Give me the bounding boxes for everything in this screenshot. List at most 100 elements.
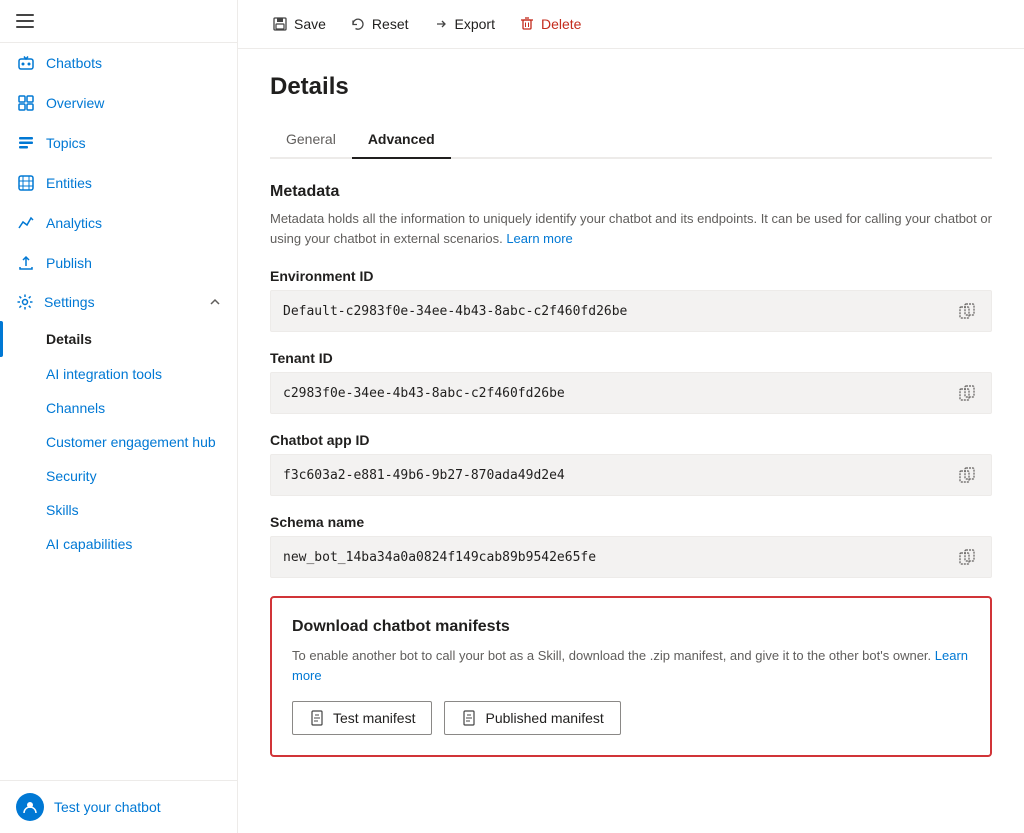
sidebar-sub-label-security: Security bbox=[46, 468, 97, 484]
tabs-bar: General Advanced bbox=[270, 121, 992, 159]
field-label-environment-id: Environment ID bbox=[270, 268, 992, 284]
save-button[interactable]: Save bbox=[262, 10, 336, 38]
field-text-schema-name: new_bot_14ba34a0a0824f149cab89b9542e65fe bbox=[283, 550, 955, 565]
sidebar-footer-test-chatbot[interactable]: Test your chatbot bbox=[0, 780, 237, 833]
field-label-schema-name: Schema name bbox=[270, 514, 992, 530]
published-manifest-label: Published manifest bbox=[485, 710, 603, 726]
copy-chatbot-app-id-button[interactable] bbox=[955, 463, 979, 487]
sidebar-item-overview[interactable]: Overview bbox=[0, 83, 237, 123]
toolbar: Save Reset Export bbox=[238, 0, 1024, 49]
metadata-desc: Metadata holds all the information to un… bbox=[270, 209, 992, 248]
sidebar-sub-item-customer-engagement-hub[interactable]: Customer engagement hub bbox=[0, 425, 237, 459]
field-environment-id: Environment ID Default-c2983f0e-34ee-4b4… bbox=[270, 268, 992, 332]
overview-icon bbox=[16, 93, 36, 113]
field-value-environment-id: Default-c2983f0e-34ee-4b43-8abc-c2f460fd… bbox=[270, 290, 992, 332]
sidebar: Chatbots Overview Topics bbox=[0, 0, 238, 833]
document-icon-2 bbox=[461, 710, 477, 726]
reset-icon bbox=[350, 16, 366, 32]
avatar bbox=[16, 793, 44, 821]
sidebar-label-topics: Topics bbox=[46, 135, 86, 151]
manifest-desc: To enable another bot to call your bot a… bbox=[292, 646, 970, 685]
export-label: Export bbox=[455, 16, 495, 32]
sidebar-sub-label-details: Details bbox=[46, 331, 92, 347]
metadata-section: Metadata Metadata holds all the informat… bbox=[270, 183, 992, 578]
sidebar-sub-item-skills[interactable]: Skills bbox=[0, 493, 237, 527]
sidebar-item-entities[interactable]: Entities bbox=[0, 163, 237, 203]
export-button[interactable]: Export bbox=[423, 10, 505, 38]
sidebar-sub-item-details[interactable]: Details bbox=[0, 321, 237, 357]
download-manifests-box: Download chatbot manifests To enable ano… bbox=[270, 596, 992, 757]
sidebar-label-chatbots: Chatbots bbox=[46, 55, 102, 71]
sidebar-sub-label-ai-integration: AI integration tools bbox=[46, 366, 162, 382]
sidebar-sub-label-customer-engagement-hub: Customer engagement hub bbox=[46, 434, 216, 450]
copy-icon bbox=[959, 467, 975, 483]
sidebar-label-analytics: Analytics bbox=[46, 215, 102, 231]
copy-environment-id-button[interactable] bbox=[955, 299, 979, 323]
field-label-chatbot-app-id: Chatbot app ID bbox=[270, 432, 992, 448]
field-value-schema-name: new_bot_14ba34a0a0824f149cab89b9542e65fe bbox=[270, 536, 992, 578]
sidebar-sub-item-ai-capabilities[interactable]: AI capabilities bbox=[0, 527, 237, 561]
field-label-tenant-id: Tenant ID bbox=[270, 350, 992, 366]
field-tenant-id: Tenant ID c2983f0e-34ee-4b43-8abc-c2f460… bbox=[270, 350, 992, 414]
entities-icon bbox=[16, 173, 36, 193]
manifest-title: Download chatbot manifests bbox=[292, 618, 970, 636]
topics-icon bbox=[16, 133, 36, 153]
sidebar-item-topics[interactable]: Topics bbox=[0, 123, 237, 163]
test-chatbot-label: Test your chatbot bbox=[54, 799, 161, 815]
sidebar-sub-label-channels: Channels bbox=[46, 400, 105, 416]
delete-icon bbox=[519, 16, 535, 32]
sidebar-sub-label-ai-capabilities: AI capabilities bbox=[46, 536, 132, 552]
tab-general[interactable]: General bbox=[270, 121, 352, 159]
field-text-chatbot-app-id: f3c603a2-e881-49b6-9b27-870ada49d2e4 bbox=[283, 468, 955, 483]
main-content: Save Reset Export bbox=[238, 0, 1024, 833]
sidebar-sub-item-channels[interactable]: Channels bbox=[0, 391, 237, 425]
sidebar-label-publish: Publish bbox=[46, 255, 92, 271]
chatbots-icon bbox=[16, 53, 36, 73]
delete-label: Delete bbox=[541, 16, 581, 32]
field-value-tenant-id: c2983f0e-34ee-4b43-8abc-c2f460fd26be bbox=[270, 372, 992, 414]
delete-button[interactable]: Delete bbox=[509, 10, 591, 38]
sidebar-label-entities: Entities bbox=[46, 175, 92, 191]
save-label: Save bbox=[294, 16, 326, 32]
sidebar-label-overview: Overview bbox=[46, 95, 104, 111]
metadata-learn-more-link[interactable]: Learn more bbox=[506, 231, 572, 246]
sidebar-item-settings[interactable]: Settings bbox=[0, 283, 237, 321]
test-manifest-button[interactable]: Test manifest bbox=[292, 701, 432, 735]
field-chatbot-app-id: Chatbot app ID f3c603a2-e881-49b6-9b27-8… bbox=[270, 432, 992, 496]
field-text-tenant-id: c2983f0e-34ee-4b43-8abc-c2f460fd26be bbox=[283, 386, 955, 401]
sidebar-sub-label-skills: Skills bbox=[46, 502, 79, 518]
reset-label: Reset bbox=[372, 16, 409, 32]
copy-icon bbox=[959, 549, 975, 565]
manifest-buttons-group: Test manifest Published manifest bbox=[292, 701, 970, 735]
test-manifest-label: Test manifest bbox=[333, 710, 415, 726]
tab-advanced[interactable]: Advanced bbox=[352, 121, 451, 159]
document-icon bbox=[309, 710, 325, 726]
copy-icon bbox=[959, 385, 975, 401]
content-area: Details General Advanced Metadata Metada… bbox=[238, 49, 1024, 833]
settings-icon bbox=[16, 293, 34, 311]
page-title: Details bbox=[270, 73, 992, 101]
copy-tenant-id-button[interactable] bbox=[955, 381, 979, 405]
field-schema-name: Schema name new_bot_14ba34a0a0824f149cab… bbox=[270, 514, 992, 578]
analytics-icon bbox=[16, 213, 36, 233]
published-manifest-button[interactable]: Published manifest bbox=[444, 701, 620, 735]
settings-sub-menu: Details AI integration tools Channels Cu… bbox=[0, 321, 237, 561]
publish-icon bbox=[16, 253, 36, 273]
metadata-title: Metadata bbox=[270, 183, 992, 201]
sidebar-sub-item-ai-integration[interactable]: AI integration tools bbox=[0, 357, 237, 391]
sidebar-item-publish[interactable]: Publish bbox=[0, 243, 237, 283]
field-value-chatbot-app-id: f3c603a2-e881-49b6-9b27-870ada49d2e4 bbox=[270, 454, 992, 496]
sidebar-label-settings: Settings bbox=[44, 294, 95, 310]
hamburger-icon[interactable] bbox=[16, 14, 34, 28]
copy-schema-name-button[interactable] bbox=[955, 545, 979, 569]
chevron-up-icon bbox=[209, 296, 221, 308]
reset-button[interactable]: Reset bbox=[340, 10, 419, 38]
sidebar-item-chatbots[interactable]: Chatbots bbox=[0, 43, 237, 83]
copy-icon bbox=[959, 303, 975, 319]
export-icon bbox=[433, 16, 449, 32]
sidebar-item-analytics[interactable]: Analytics bbox=[0, 203, 237, 243]
sidebar-sub-item-security[interactable]: Security bbox=[0, 459, 237, 493]
field-text-environment-id: Default-c2983f0e-34ee-4b43-8abc-c2f460fd… bbox=[283, 304, 955, 319]
save-icon bbox=[272, 16, 288, 32]
sidebar-header bbox=[0, 0, 237, 43]
